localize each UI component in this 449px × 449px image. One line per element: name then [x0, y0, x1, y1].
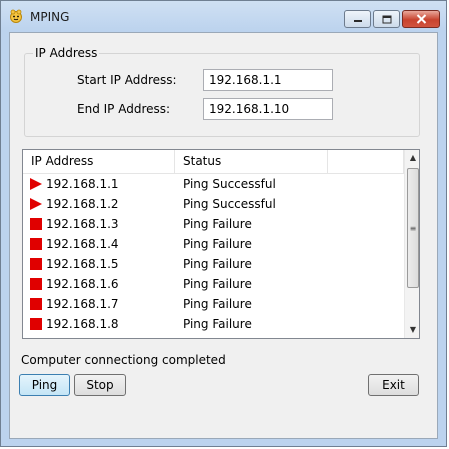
- list-item[interactable]: 192.168.1.1 Ping Successful: [23, 174, 404, 194]
- scroll-up-icon[interactable]: ▲: [408, 153, 418, 163]
- success-triangle-icon: [30, 178, 42, 190]
- column-header-status[interactable]: Status: [175, 150, 328, 173]
- row-ip: 192.168.1.3: [46, 217, 119, 231]
- end-ip-input[interactable]: [203, 98, 333, 120]
- end-ip-label: End IP Address:: [77, 102, 171, 116]
- list-header: IP Address Status: [23, 150, 404, 174]
- ping-button[interactable]: Ping: [19, 374, 70, 396]
- minimize-button[interactable]: [344, 10, 371, 28]
- list-item[interactable]: 192.168.1.8 Ping Failure: [23, 314, 404, 334]
- failure-square-icon: [30, 238, 42, 250]
- column-header-empty: [328, 150, 404, 173]
- scroll-down-icon[interactable]: ▼: [408, 325, 418, 335]
- row-ip: 192.168.1.7: [46, 297, 119, 311]
- failure-square-icon: [30, 298, 42, 310]
- close-button[interactable]: [402, 10, 440, 28]
- row-status: Ping Failure: [183, 277, 252, 291]
- exit-button[interactable]: Exit: [368, 374, 419, 396]
- vertical-scrollbar[interactable]: ▲ ≡ ▼: [404, 150, 419, 338]
- list-item[interactable]: 192.168.1.4 Ping Failure: [23, 234, 404, 254]
- start-ip-label: Start IP Address:: [77, 73, 177, 87]
- row-ip: 192.168.1.6: [46, 277, 119, 291]
- scroll-thumb[interactable]: ≡: [407, 168, 419, 288]
- row-status: Ping Successful: [183, 197, 276, 211]
- ping-results-list[interactable]: IP Address Status 192.168.1.1 Ping Succe…: [22, 149, 420, 339]
- row-status: Ping Failure: [183, 317, 252, 331]
- close-icon: [416, 14, 426, 24]
- column-header-ip[interactable]: IP Address: [23, 150, 175, 173]
- row-ip: 192.168.1.8: [46, 317, 119, 331]
- status-message: Computer connectiong completed: [21, 353, 226, 367]
- ip-address-group: IP Address Start IP Address: End IP Addr…: [24, 46, 420, 137]
- failure-square-icon: [30, 258, 42, 270]
- title-bar[interactable]: MPING: [1, 1, 446, 32]
- window-title: MPING: [30, 10, 70, 24]
- row-status: Ping Failure: [183, 217, 252, 231]
- minimize-icon: [353, 20, 362, 22]
- start-ip-input[interactable]: [203, 69, 333, 91]
- row-ip: 192.168.1.5: [46, 257, 119, 271]
- failure-square-icon: [30, 318, 42, 330]
- list-item[interactable]: 192.168.1.7 Ping Failure: [23, 294, 404, 314]
- list-item[interactable]: 192.168.1.2 Ping Successful: [23, 194, 404, 214]
- failure-square-icon: [30, 218, 42, 230]
- failure-square-icon: [30, 278, 42, 290]
- row-status: Ping Successful: [183, 177, 276, 191]
- client-area: IP Address Start IP Address: End IP Addr…: [9, 32, 438, 439]
- row-ip: 192.168.1.1: [46, 177, 119, 191]
- row-ip: 192.168.1.2: [46, 197, 119, 211]
- main-window: MPING IP Address Start IP Address: End I…: [0, 0, 447, 447]
- row-status: Ping Failure: [183, 257, 252, 271]
- stop-button[interactable]: Stop: [74, 374, 126, 396]
- maximize-icon: [382, 15, 391, 23]
- success-triangle-icon: [30, 198, 42, 210]
- group-title: IP Address: [33, 46, 100, 60]
- list-item[interactable]: 192.168.1.6 Ping Failure: [23, 274, 404, 294]
- maximize-button[interactable]: [373, 10, 400, 28]
- row-ip: 192.168.1.4: [46, 237, 119, 251]
- row-status: Ping Failure: [183, 237, 252, 251]
- list-item[interactable]: 192.168.1.5 Ping Failure: [23, 254, 404, 274]
- list-item[interactable]: 192.168.1.3 Ping Failure: [23, 214, 404, 234]
- row-status: Ping Failure: [183, 297, 252, 311]
- app-face-icon: [10, 9, 22, 23]
